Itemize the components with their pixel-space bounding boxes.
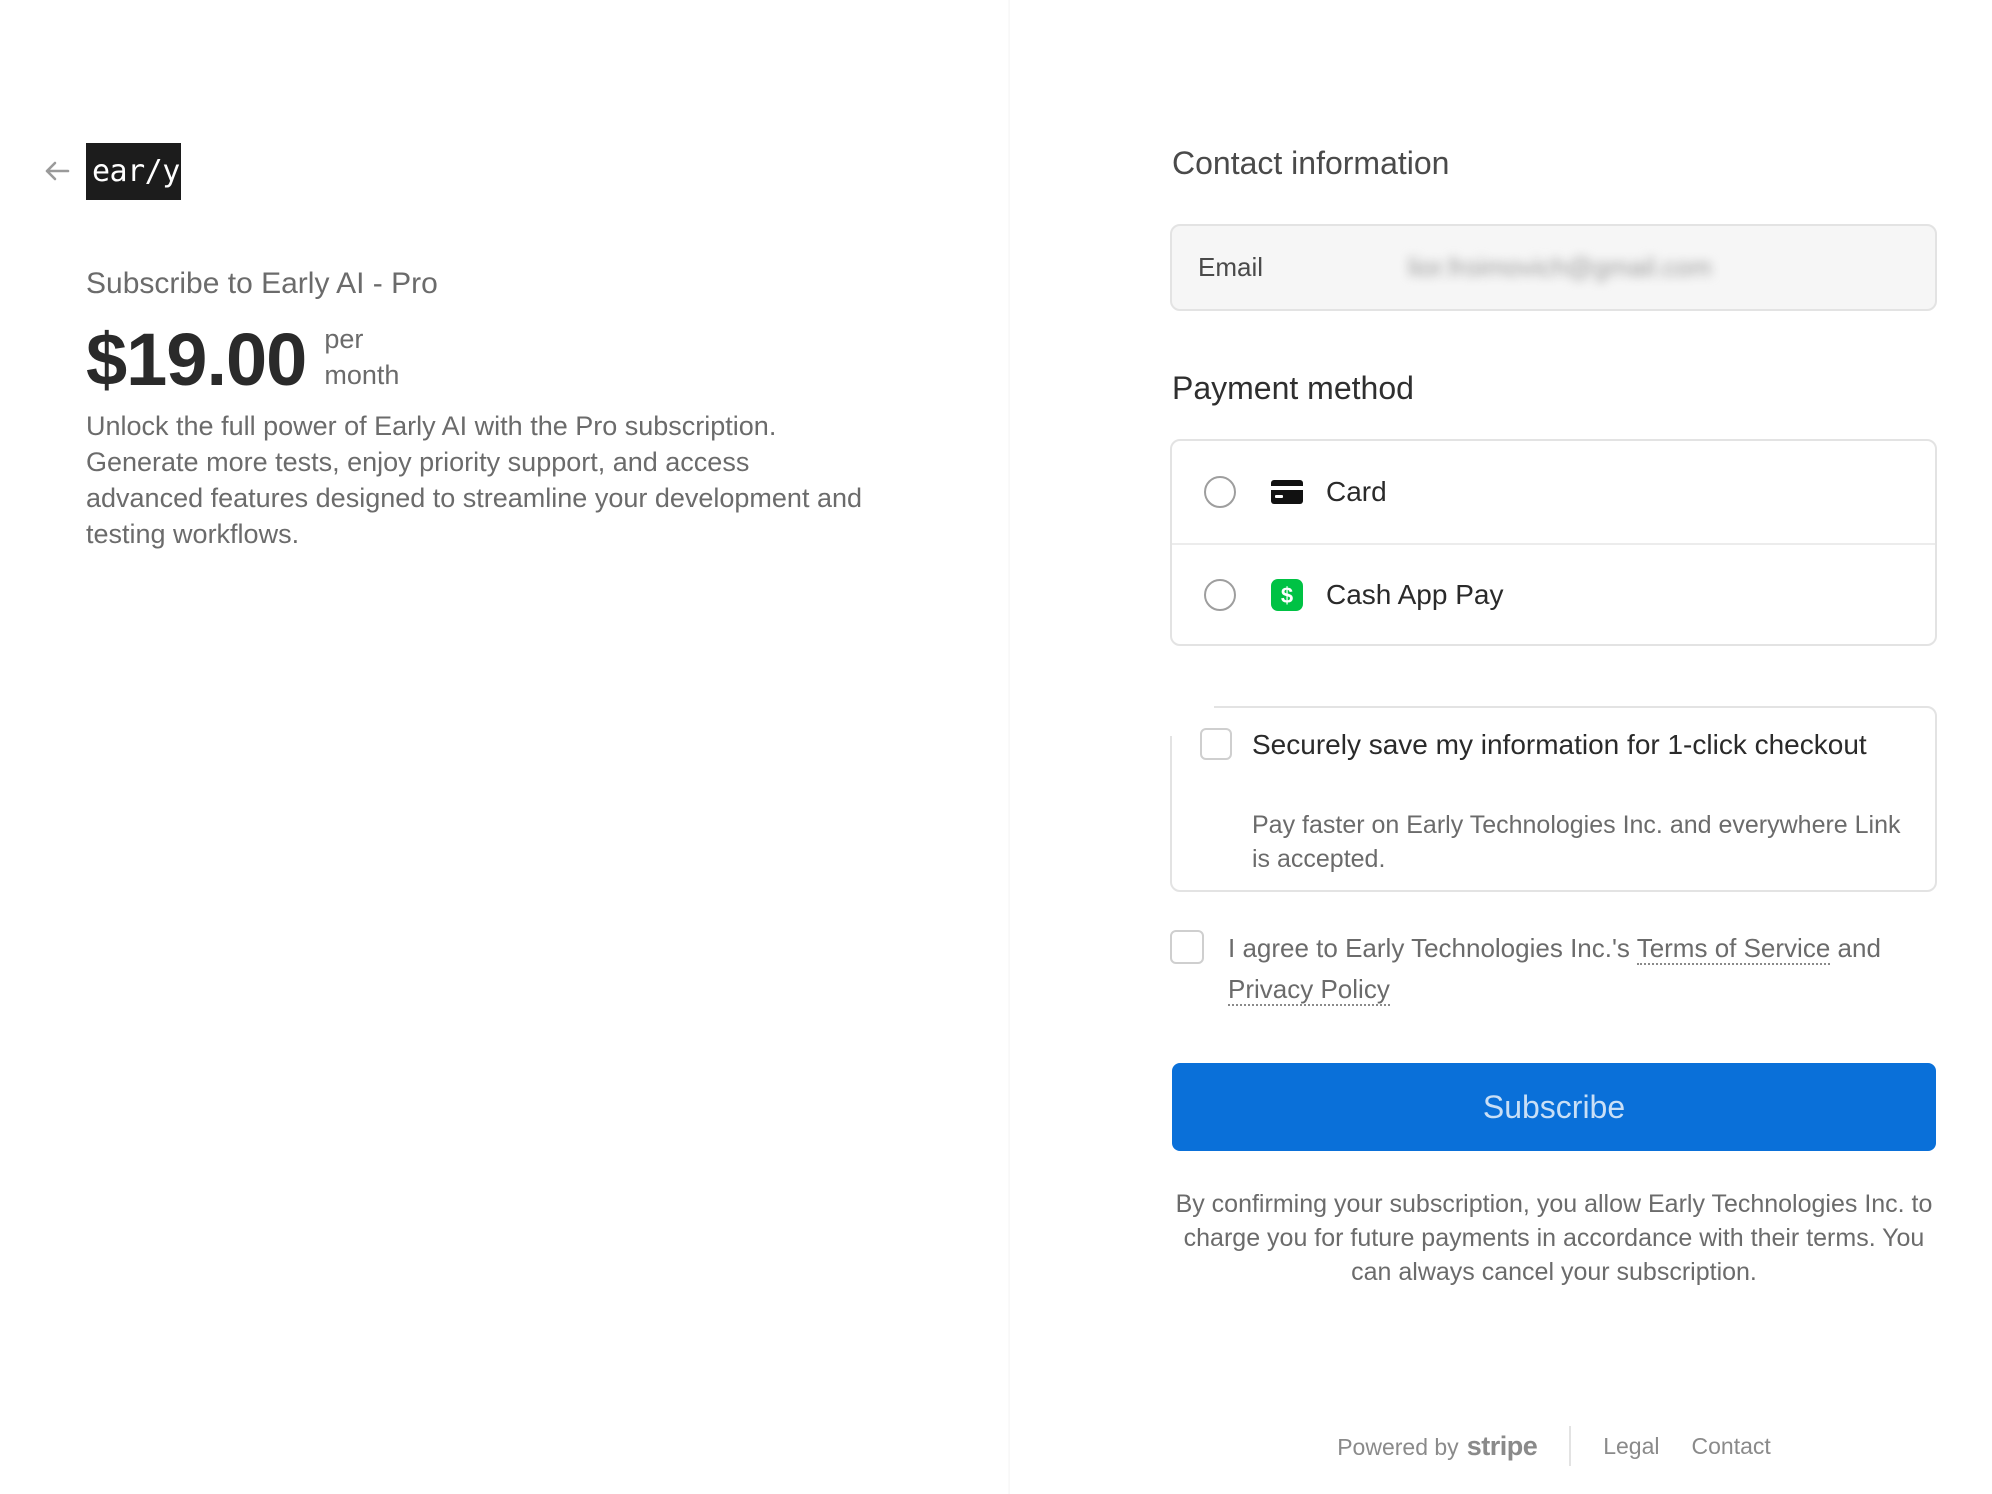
card-icon: [1270, 475, 1304, 509]
subscribe-button[interactable]: Subscribe: [1172, 1063, 1936, 1151]
order-summary-panel: ear/y Subscribe to Early AI - Pro $19.00…: [0, 0, 1010, 1494]
card-label: Card: [1326, 476, 1387, 507]
terms-prefix: I agree to Early Technologies Inc.'s: [1228, 933, 1637, 963]
payment-option-card[interactable]: Card: [1172, 441, 1935, 543]
email-value: lior.froimovich@gmail.com: [1408, 252, 1712, 282]
cash-app-icon: $: [1270, 578, 1304, 612]
contact-information-heading: Contact information: [1172, 145, 1450, 181]
billing-interval: per month: [324, 321, 399, 393]
subscription-confirmation-text: By confirming your subscription, you all…: [1175, 1190, 1933, 1286]
payment-method-list: Card $ Cash App Pay: [1170, 439, 1937, 646]
powered-by-text: Powered by: [1337, 1433, 1459, 1460]
payment-method-heading: Payment method: [1172, 370, 1414, 406]
product-description: Unlock the full power of Early AI with t…: [86, 411, 862, 549]
early-logo[interactable]: ear/y: [86, 143, 181, 200]
terms-text: I agree to Early Technologies Inc.'s Ter…: [1228, 928, 1948, 1010]
footer: Powered by stripe Legal Contact: [1172, 1424, 1936, 1468]
card-radio[interactable]: [1204, 476, 1236, 508]
interval-line-2: month: [324, 360, 400, 390]
footer-separator: [1569, 1426, 1572, 1466]
back-arrow-icon[interactable]: [42, 156, 72, 186]
stripe-logo: stripe: [1466, 1430, 1538, 1461]
product-name: Subscribe to Early AI - Pro: [86, 267, 438, 300]
email-label: Email: [1198, 252, 1264, 282]
interval-line-1: per: [324, 324, 364, 354]
legal-link[interactable]: Legal: [1603, 1433, 1659, 1460]
panel-divider: [1008, 0, 1010, 1494]
cash-app-label: Cash App Pay: [1326, 579, 1504, 610]
payment-option-cash-app[interactable]: $ Cash App Pay: [1172, 543, 1935, 644]
price-row: $19.00 per month: [86, 315, 399, 405]
save-info-description: Pay faster on Early Technologies Inc. an…: [1252, 811, 1901, 873]
privacy-policy-link[interactable]: Privacy Policy: [1228, 974, 1390, 1006]
contact-link[interactable]: Contact: [1692, 1433, 1771, 1460]
link-save-info-box: Securely save my information for 1-click…: [1170, 706, 1937, 892]
price-amount: $19.00: [86, 318, 307, 401]
svg-text:$: $: [1281, 583, 1293, 608]
cash-app-radio[interactable]: [1204, 579, 1236, 611]
save-info-checkbox[interactable]: [1200, 728, 1232, 760]
email-field[interactable]: Email lior.froimovich@gmail.com: [1170, 224, 1937, 311]
terms-checkbox[interactable]: [1170, 930, 1204, 964]
save-info-title: Securely save my information for 1-click…: [1252, 729, 1867, 760]
terms-of-service-link[interactable]: Terms of Service: [1636, 933, 1831, 965]
checkout-page: ear/y Subscribe to Early AI - Pro $19.00…: [0, 0, 1992, 1494]
terms-middle: and: [1830, 933, 1881, 963]
powered-by-stripe[interactable]: Powered by stripe: [1337, 1431, 1537, 1462]
